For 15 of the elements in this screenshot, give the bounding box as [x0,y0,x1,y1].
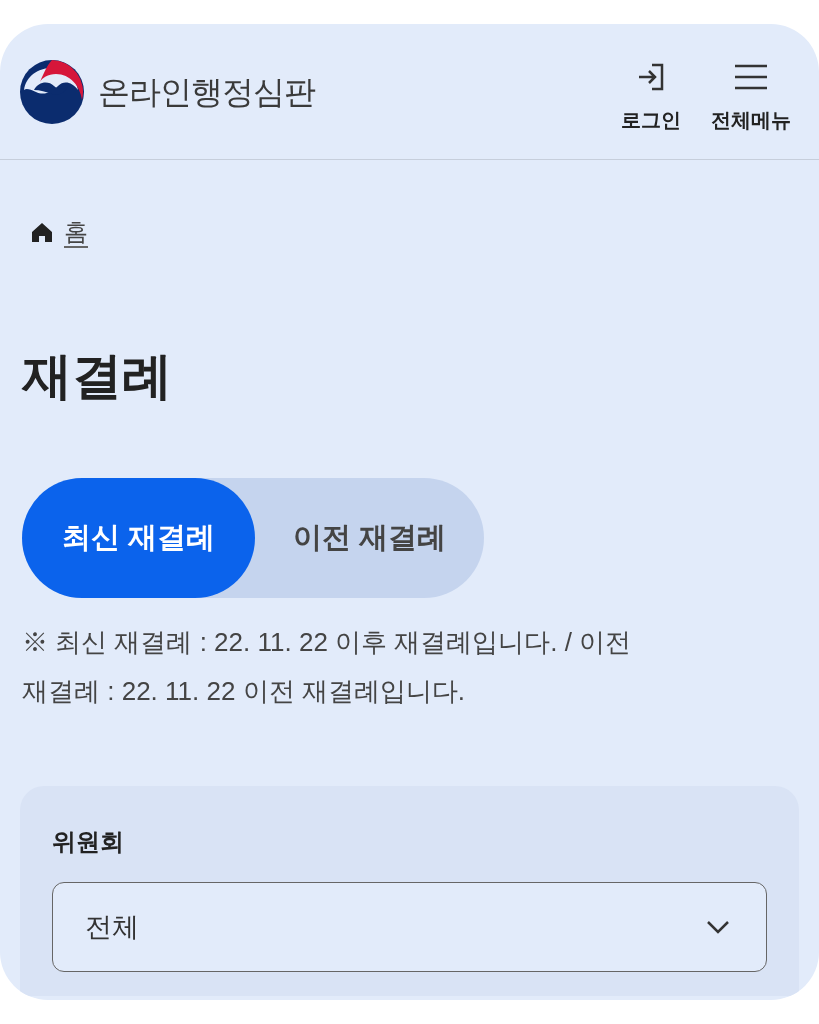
login-button[interactable]: 로그인 [621,60,681,133]
page-title: 재결례 [22,347,173,406]
login-icon [636,61,666,92]
tab[interactable]: 최신 재결례 [22,478,256,598]
notice-text: ※ 최신 재결례 : 22. 11. 22 이후 재결례입니다. / 이전 재결례 : 22. 11. 22 이전 재결례입니다. [22,626,633,708]
tab[interactable]: 이전 재결례 [255,478,485,598]
committee-select[interactable]: 전체 [52,882,767,972]
home-icon [32,222,52,242]
menu-button[interactable]: 전체메뉴 [711,60,791,133]
breadcrumb-link[interactable]: 홈 [64,214,88,250]
menu-icon [735,63,767,90]
logo-icon [20,59,84,124]
filter-label: 위원회 [52,827,125,857]
chevron-down-icon [706,920,730,934]
site-title[interactable]: 온라인행정심판 [98,67,315,116]
